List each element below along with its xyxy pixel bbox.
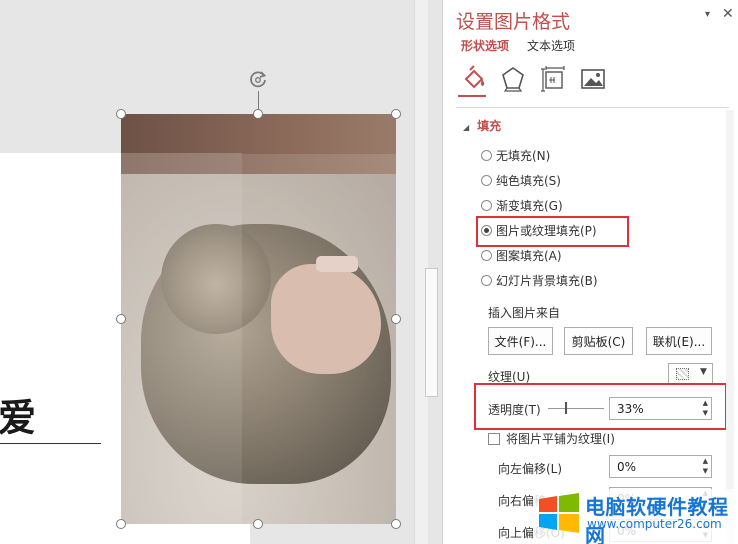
- resize-handle-middle-left[interactable]: [116, 314, 126, 324]
- picture-icon[interactable]: [579, 64, 607, 94]
- online-button[interactable]: 联机(E)...: [646, 327, 712, 355]
- radio-label: 幻灯片背景填充(B): [496, 274, 598, 288]
- size-position-icon[interactable]: [539, 64, 567, 94]
- paint-bucket-icon[interactable]: [460, 64, 488, 94]
- radio-label: 无填充(N): [496, 149, 551, 163]
- offset-left-input[interactable]: 0% ▲ ▼: [609, 455, 712, 478]
- fill-section-header[interactable]: ◢ 填充: [463, 117, 501, 134]
- radio-slide-background-fill[interactable]: 幻灯片背景填充(B): [481, 272, 598, 289]
- tab-shape-options[interactable]: 形状选项: [461, 37, 509, 54]
- photo-light-overlay: [242, 154, 396, 524]
- insert-picture-from-label: 插入图片来自: [488, 306, 561, 320]
- radio-solid-fill[interactable]: 纯色填充(S): [481, 172, 561, 189]
- resize-handle-bottom-middle[interactable]: [253, 519, 263, 529]
- texture-swatch: [676, 368, 689, 380]
- radio-label: 纯色填充(S): [496, 174, 561, 188]
- transparency-slider-thumb[interactable]: [565, 402, 567, 414]
- pane-scrollbar[interactable]: [726, 110, 734, 544]
- spin-up-icon[interactable]: ▲: [703, 399, 708, 407]
- radio-button[interactable]: [481, 200, 492, 211]
- slide-underline: [0, 443, 101, 444]
- windows-logo-icon: [539, 493, 579, 533]
- rotate-handle-icon[interactable]: [247, 69, 269, 91]
- slide-text-fragment[interactable]: 爱: [0, 398, 36, 438]
- resize-handle-bottom-right[interactable]: [391, 519, 401, 529]
- resize-handle-top-middle[interactable]: [253, 109, 263, 119]
- transparency-slider[interactable]: [548, 408, 604, 409]
- tile-picture-label: 将图片平铺为纹理(I): [506, 432, 615, 446]
- collapse-triangle-icon[interactable]: ◢: [463, 123, 469, 132]
- tile-picture-checkbox[interactable]: [488, 432, 500, 445]
- resize-handle-top-left[interactable]: [116, 109, 126, 119]
- radio-pattern-fill[interactable]: 图案填充(A): [481, 247, 562, 264]
- format-picture-pane: 设置图片格式 ▾ ✕ 形状选项 文本选项 ◢ 填充 无填充(N) 纯色填充(S) …: [442, 0, 738, 544]
- resize-handle-middle-right[interactable]: [391, 314, 401, 324]
- radio-label: 图案填充(A): [496, 249, 562, 263]
- spin-up-icon[interactable]: ▲: [703, 457, 708, 465]
- radio-label: 渐变填充(G): [496, 199, 563, 213]
- close-icon[interactable]: ✕: [722, 6, 734, 22]
- radio-button[interactable]: [481, 150, 492, 161]
- texture-picker[interactable]: ▼: [668, 363, 713, 385]
- transparency-label: 透明度(T): [488, 403, 541, 417]
- offset-left-value[interactable]: 0%: [617, 460, 636, 474]
- transparency-input[interactable]: 33% ▲ ▼: [609, 397, 712, 420]
- resize-handle-bottom-left[interactable]: [116, 519, 126, 529]
- radio-gradient-fill[interactable]: 渐变填充(G): [481, 197, 563, 214]
- radio-no-fill[interactable]: 无填充(N): [481, 147, 550, 164]
- radio-button[interactable]: [481, 175, 492, 186]
- spin-down-icon[interactable]: ▼: [703, 467, 708, 475]
- radio-button[interactable]: [481, 275, 492, 286]
- canvas-scrollbar-thumb[interactable]: [425, 268, 438, 397]
- pane-title: 设置图片格式: [456, 11, 571, 33]
- clipboard-button[interactable]: 剪贴板(C): [564, 327, 633, 355]
- pane-divider: [456, 107, 729, 108]
- pane-options-dropdown-icon[interactable]: ▾: [705, 9, 710, 20]
- active-icon-indicator: [458, 95, 486, 97]
- tab-text-options[interactable]: 文本选项: [527, 37, 575, 54]
- tile-picture-checkbox-row[interactable]: 将图片平铺为纹理(I): [488, 430, 615, 447]
- pentagon-icon[interactable]: [499, 64, 527, 94]
- file-button[interactable]: 文件(F)...: [488, 327, 553, 355]
- radio-button[interactable]: [481, 250, 492, 261]
- watermark-url: www.computer26.com: [587, 517, 722, 531]
- chevron-down-icon[interactable]: ▼: [700, 367, 707, 377]
- resize-handle-top-right[interactable]: [391, 109, 401, 119]
- transparency-value[interactable]: 33%: [617, 402, 644, 416]
- watermark: 电脑软硬件教程网 www.computer26.com: [533, 489, 738, 544]
- spin-down-icon[interactable]: ▼: [703, 409, 708, 417]
- highlight-box-picture-fill: [476, 216, 629, 247]
- slide-canvas: 爱: [0, 0, 428, 544]
- selected-picture-cat[interactable]: [121, 114, 396, 524]
- offset-left-label: 向左偏移(L): [498, 462, 563, 476]
- fill-section-title: 填充: [477, 119, 502, 133]
